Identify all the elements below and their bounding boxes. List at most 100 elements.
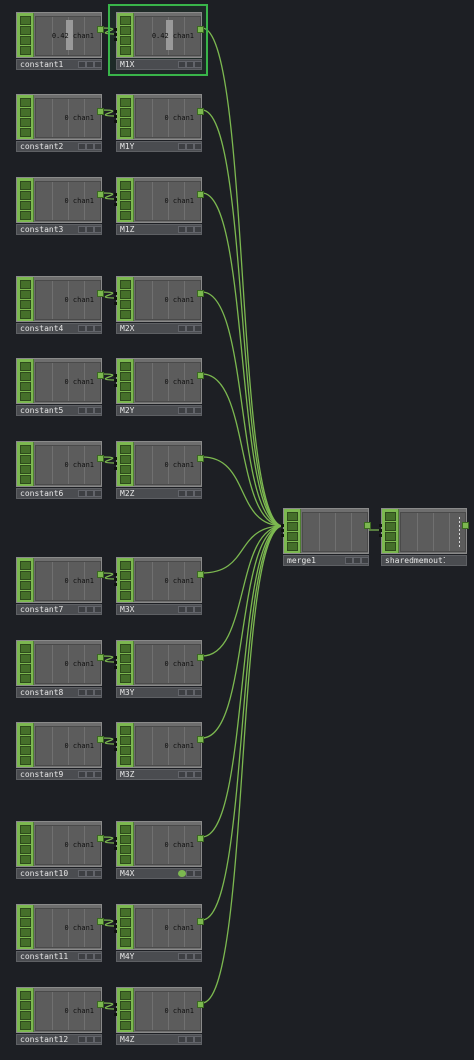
bypass-button[interactable] — [120, 654, 131, 663]
node-name-bar[interactable]: M4Z — [116, 1034, 202, 1045]
input-connector[interactable] — [114, 28, 117, 41]
clone-flag-icon[interactable] — [186, 61, 194, 68]
node-body[interactable]: 0 chan1 — [116, 276, 202, 322]
node-body[interactable]: 0 chan1 — [16, 722, 102, 768]
lock-button[interactable] — [20, 36, 31, 45]
clone-flag-icon[interactable] — [86, 407, 94, 414]
add-flag-icon[interactable] — [194, 490, 202, 497]
cook-flag-icon[interactable] — [178, 870, 186, 877]
node-body[interactable]: 0 chan1 — [16, 94, 102, 140]
display-button[interactable] — [287, 542, 298, 551]
constant-node[interactable]: 0 chan1 constant8 — [16, 640, 104, 700]
rename-node[interactable]: 0 chan1 M2Y — [114, 358, 204, 418]
lock-button[interactable] — [120, 36, 131, 45]
lock-button[interactable] — [120, 382, 131, 391]
node-body[interactable]: 0 chan1 — [116, 821, 202, 867]
bypass-button[interactable] — [120, 26, 131, 35]
node-body[interactable]: 0 chan1 — [16, 441, 102, 487]
add-flag-icon[interactable] — [94, 1036, 102, 1043]
constant-node[interactable]: 0 chan1 constant12 — [16, 987, 104, 1047]
display-button[interactable] — [120, 591, 131, 600]
display-button[interactable] — [20, 46, 31, 55]
display-button[interactable] — [20, 591, 31, 600]
clone-flag-icon[interactable] — [186, 606, 194, 613]
output-connector[interactable] — [97, 372, 104, 379]
clone-flag-icon[interactable] — [86, 143, 94, 150]
node-body[interactable]: 0.42 chan1 — [116, 12, 202, 58]
rename-node[interactable]: 0 chan1 M3Z — [114, 722, 204, 782]
viewer-toggle-button[interactable] — [385, 512, 396, 521]
lock-button[interactable] — [120, 300, 131, 309]
viewer-toggle-button[interactable] — [20, 991, 31, 1000]
add-flag-icon[interactable] — [194, 407, 202, 414]
lock-button[interactable] — [20, 118, 31, 127]
merge-node[interactable]: merge1 — [281, 508, 371, 568]
node-body[interactable]: 0 chan1 — [116, 94, 202, 140]
rename-to-merge-wire[interactable] — [201, 525, 284, 921]
output-connector[interactable] — [197, 571, 204, 578]
node-body[interactable]: 0 chan1 — [116, 987, 202, 1033]
viewer-toggle-button[interactable] — [120, 16, 131, 25]
cook-flag-icon[interactable] — [78, 870, 86, 877]
viewer-toggle-button[interactable] — [120, 181, 131, 190]
node-body[interactable]: 0 chan1 — [116, 358, 202, 404]
add-flag-icon[interactable] — [94, 325, 102, 332]
bypass-button[interactable] — [120, 191, 131, 200]
node-name-bar[interactable]: constant10 — [16, 868, 102, 879]
add-flag-icon[interactable] — [94, 689, 102, 696]
node-name-bar[interactable]: M4Y — [116, 951, 202, 962]
input-connector[interactable] — [114, 292, 117, 305]
rename-to-merge-wire[interactable] — [201, 456, 284, 527]
viewer-toggle-button[interactable] — [20, 825, 31, 834]
lock-button[interactable] — [20, 581, 31, 590]
node-body[interactable]: 0 chan1 — [16, 276, 102, 322]
output-connector[interactable] — [197, 654, 204, 661]
cook-flag-icon[interactable] — [178, 953, 186, 960]
display-button[interactable] — [20, 310, 31, 319]
node-name-bar[interactable]: M2Z — [116, 488, 202, 499]
viewer-toggle-button[interactable] — [120, 445, 131, 454]
cook-flag-icon[interactable] — [178, 407, 186, 414]
bypass-button[interactable] — [120, 290, 131, 299]
lock-button[interactable] — [287, 532, 298, 541]
lock-button[interactable] — [120, 1011, 131, 1020]
cook-flag-icon[interactable] — [178, 143, 186, 150]
input-connector[interactable] — [281, 524, 284, 537]
bypass-button[interactable] — [20, 835, 31, 844]
display-button[interactable] — [385, 542, 396, 551]
rename-node[interactable]: 0.42 chan1 M1X — [114, 12, 204, 72]
display-button[interactable] — [120, 46, 131, 55]
input-connector[interactable] — [114, 656, 117, 669]
node-name-bar[interactable]: M2Y — [116, 405, 202, 416]
viewer-toggle-button[interactable] — [120, 98, 131, 107]
rename-to-merge-wire[interactable] — [201, 525, 284, 574]
bypass-button[interactable] — [20, 1001, 31, 1010]
node-body[interactable]: 0 chan1 — [16, 640, 102, 686]
node-body[interactable]: 0 chan1 — [16, 821, 102, 867]
display-button[interactable] — [120, 1021, 131, 1030]
node-body[interactable]: 0 chan1 — [16, 904, 102, 950]
add-flag-icon[interactable] — [194, 689, 202, 696]
add-flag-icon[interactable] — [94, 226, 102, 233]
display-button[interactable] — [120, 211, 131, 220]
node-body[interactable]: 0 chan1 — [16, 177, 102, 223]
viewer-toggle-button[interactable] — [120, 991, 131, 1000]
clone-flag-icon[interactable] — [86, 771, 94, 778]
lock-button[interactable] — [20, 845, 31, 854]
viewer-toggle-button[interactable] — [120, 726, 131, 735]
node-name-bar[interactable]: M4X — [116, 868, 202, 879]
input-connector[interactable] — [114, 1003, 117, 1016]
input-connector[interactable] — [114, 920, 117, 933]
cook-flag-icon[interactable] — [178, 771, 186, 778]
display-button[interactable] — [20, 674, 31, 683]
display-button[interactable] — [20, 756, 31, 765]
output-connector[interactable] — [197, 372, 204, 379]
lock-button[interactable] — [120, 201, 131, 210]
output-connector[interactable] — [97, 26, 104, 33]
network-editor-canvas[interactable]: 0.42 chan1 constant1 0.42 chan1 M1X 0 chan1 c… — [0, 0, 474, 1060]
node-body[interactable]: 0.42 chan1 — [16, 12, 102, 58]
clone-flag-icon[interactable] — [186, 771, 194, 778]
clone-flag-icon[interactable] — [86, 1036, 94, 1043]
constant-node[interactable]: 0 chan1 constant4 — [16, 276, 104, 336]
clone-flag-icon[interactable] — [186, 226, 194, 233]
